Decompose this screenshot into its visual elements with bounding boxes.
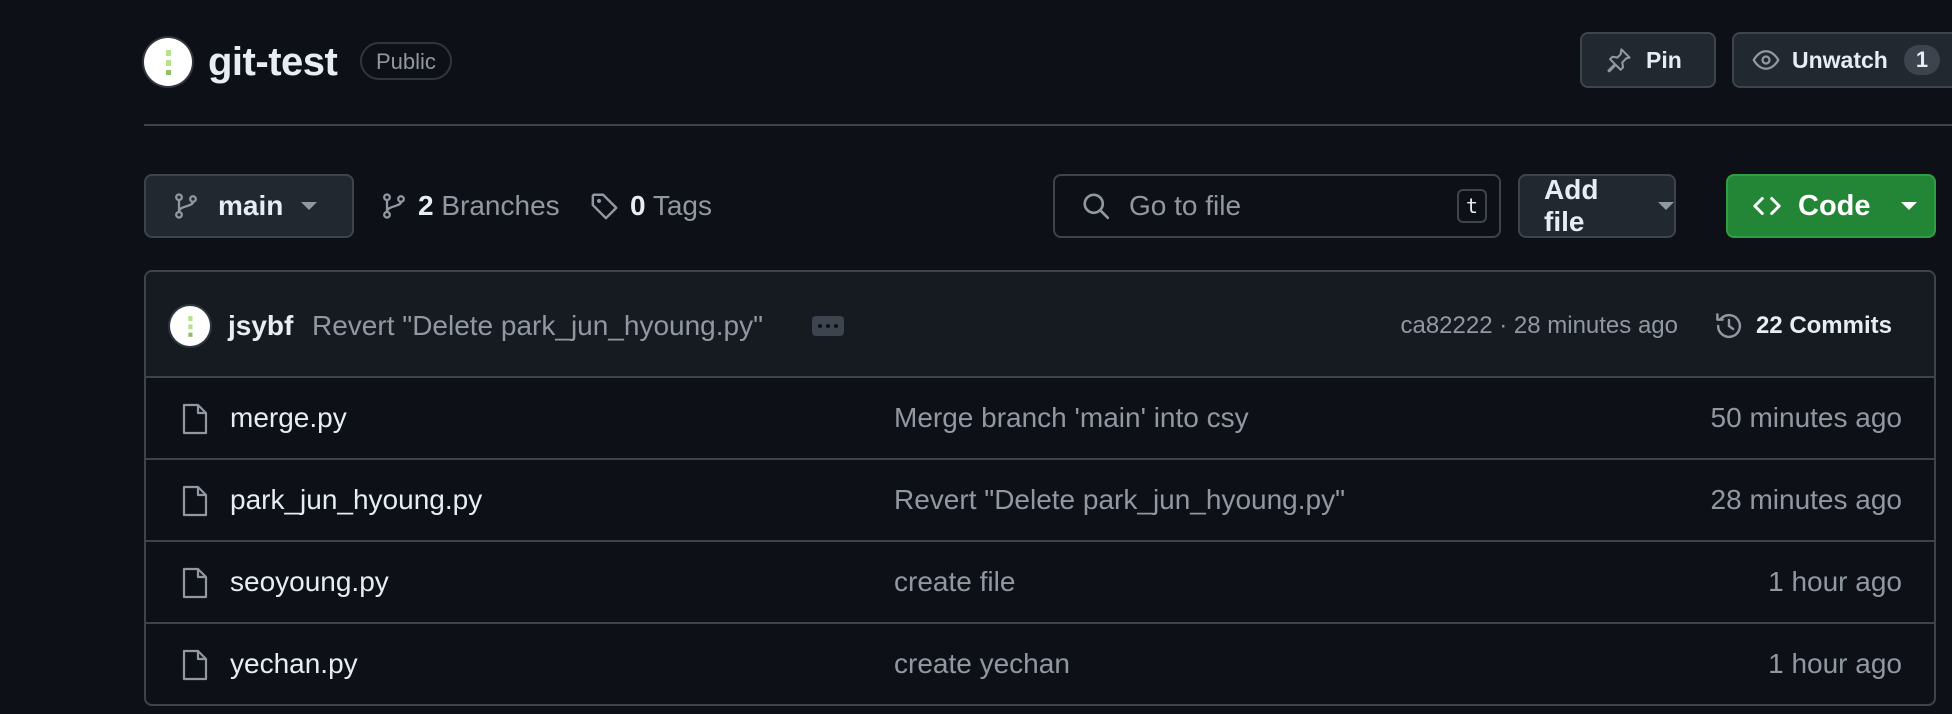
code-button[interactable]: Code	[1726, 174, 1936, 238]
header-divider	[144, 124, 1952, 126]
file-table: jsybf Revert "Delete park_jun_hyoung.py"…	[144, 270, 1936, 706]
tags-count: 0	[630, 190, 646, 221]
git-branch-icon	[175, 193, 197, 219]
commit-author[interactable]: jsybf	[228, 306, 293, 346]
file-icon	[182, 403, 208, 435]
add-file-label: Add file	[1544, 174, 1599, 237]
git-branch-icon	[383, 193, 405, 219]
pin-label: Pin	[1646, 46, 1682, 73]
file-name-link[interactable]: yechan.py	[230, 644, 358, 684]
repo-name[interactable]: git-test	[208, 38, 338, 86]
file-icon	[182, 567, 208, 599]
commit-sha-time[interactable]: ca82222 · 28 minutes ago	[1400, 306, 1678, 346]
file-row[interactable]: seoyoung.py create file 1 hour ago	[146, 542, 1934, 624]
code-label: Code	[1798, 189, 1871, 222]
visibility-badge: Public	[360, 42, 452, 80]
unwatch-button[interactable]: Unwatch 1	[1732, 32, 1952, 88]
identicon-icon	[166, 50, 171, 75]
chevron-down-icon	[1658, 202, 1674, 210]
keyboard-shortcut-hint: t	[1457, 189, 1487, 223]
file-icon	[182, 649, 208, 681]
commits-history-link[interactable]: 22 Commits	[1714, 304, 1892, 348]
file-name-link[interactable]: seoyoung.py	[230, 562, 389, 602]
file-row[interactable]: merge.py Merge branch 'main' into csy 50…	[146, 378, 1934, 460]
commit-author-avatar[interactable]	[170, 306, 210, 346]
file-row[interactable]: yechan.py create yechan 1 hour ago	[146, 624, 1934, 704]
identicon-icon	[188, 316, 193, 337]
unwatch-label: Unwatch	[1792, 46, 1888, 73]
watchers-count: 1	[1903, 45, 1941, 75]
pin-icon	[1607, 48, 1631, 73]
go-to-file-input[interactable]	[1129, 190, 1429, 222]
branch-select-button[interactable]: main	[144, 174, 354, 238]
branch-name: main	[218, 190, 284, 221]
file-row[interactable]: park_jun_hyoung.py Revert "Delete park_j…	[146, 460, 1934, 542]
code-icon	[1753, 197, 1781, 215]
file-commit-message[interactable]: create yechan	[894, 644, 1070, 684]
commits-count-label: 22 Commits	[1755, 312, 1892, 339]
history-icon	[1716, 313, 1741, 339]
chevron-down-icon	[1900, 202, 1917, 210]
tag-icon	[591, 193, 618, 220]
file-commit-time: 1 hour ago	[1768, 648, 1902, 679]
file-name-link[interactable]: merge.py	[230, 398, 347, 438]
go-to-file-search[interactable]: t	[1053, 174, 1501, 238]
tags-label: Tags	[652, 190, 713, 221]
latest-commit-bar: jsybf Revert "Delete park_jun_hyoung.py"…	[146, 272, 1934, 378]
pin-button[interactable]: Pin	[1580, 32, 1716, 88]
file-commit-time: 28 minutes ago	[1710, 484, 1902, 515]
expand-commit-message-button[interactable]	[812, 316, 844, 336]
file-commit-time: 50 minutes ago	[1710, 402, 1902, 433]
add-file-button[interactable]: Add file	[1518, 174, 1676, 238]
branches-label: Branches	[441, 190, 560, 221]
commit-message[interactable]: Revert "Delete park_jun_hyoung.py"	[312, 306, 763, 346]
repo-owner-avatar[interactable]	[144, 38, 192, 86]
file-icon	[182, 485, 208, 517]
eye-icon	[1752, 50, 1780, 70]
file-commit-message[interactable]: Merge branch 'main' into csy	[894, 398, 1249, 438]
ellipsis-dot	[818, 324, 822, 328]
branches-count: 2	[418, 190, 434, 221]
branches-link[interactable]: 2 Branches	[380, 174, 560, 238]
file-commit-message[interactable]: create file	[894, 562, 1015, 602]
search-icon	[1083, 193, 1110, 220]
file-commit-time: 1 hour ago	[1768, 566, 1902, 597]
tags-link[interactable]: 0 Tags	[590, 174, 712, 238]
file-commit-message[interactable]: Revert "Delete park_jun_hyoung.py"	[894, 480, 1345, 520]
ellipsis-dot	[826, 324, 830, 328]
chevron-down-icon	[301, 202, 318, 210]
ellipsis-dot	[834, 324, 838, 328]
file-name-link[interactable]: park_jun_hyoung.py	[230, 480, 482, 520]
